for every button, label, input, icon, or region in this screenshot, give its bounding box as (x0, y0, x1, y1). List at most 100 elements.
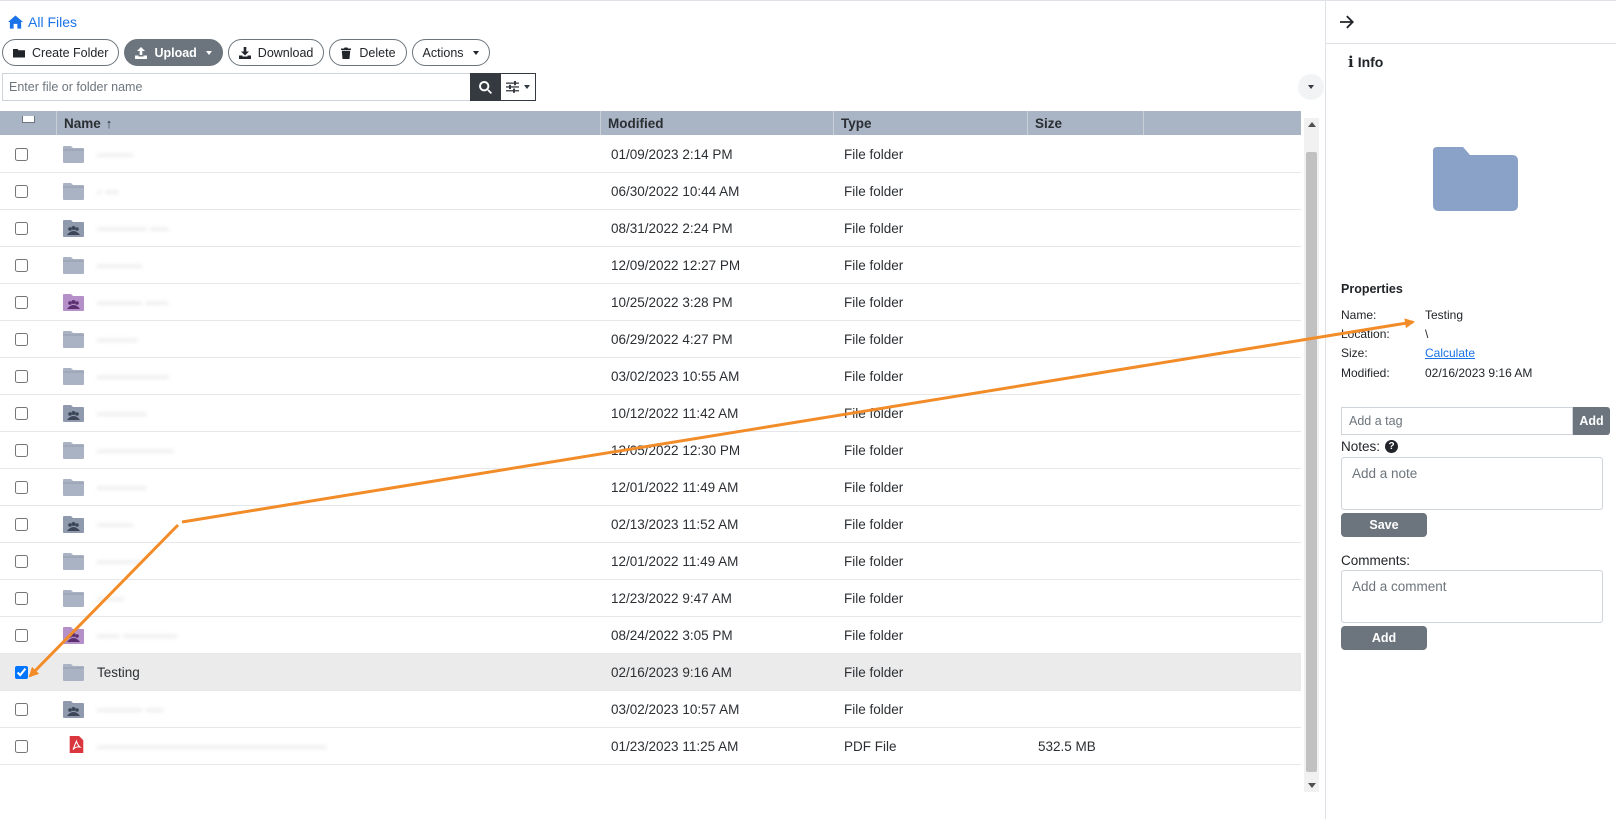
row-checkbox[interactable] (14, 702, 28, 716)
filter-button[interactable] (500, 73, 536, 101)
row-checkbox[interactable] (14, 221, 28, 235)
scroll-up-icon[interactable] (1308, 122, 1316, 127)
file-name[interactable]: ········ (97, 147, 605, 162)
column-modified-label: Modified (608, 115, 664, 131)
file-name[interactable]: ··········· (97, 406, 605, 421)
close-panel-arrow-icon[interactable] (1339, 14, 1355, 30)
row-checkbox-cell (0, 406, 40, 420)
file-name[interactable]: Testing (97, 665, 605, 680)
collapse-toggle-button[interactable] (1298, 74, 1324, 100)
breadcrumb-all-files[interactable]: All Files (28, 14, 77, 30)
property-modified-value: 02/16/2023 9:16 AM (1425, 366, 1533, 380)
properties-heading: Properties (1341, 282, 1403, 296)
table-row[interactable]: ········ 01/09/2023 2:14 PM File folder (0, 136, 1301, 173)
file-name[interactable]: ·········· ···· (97, 702, 605, 717)
file-name[interactable]: ········· (97, 332, 605, 347)
search-icon (478, 80, 492, 94)
upload-button[interactable]: Upload (124, 39, 223, 66)
table-row[interactable]: ·········· ···· 03/02/2023 10:57 AM File f… (0, 691, 1301, 728)
search-input[interactable] (2, 73, 470, 101)
info-icon: i (1348, 53, 1354, 71)
property-location-label: Location: (1341, 327, 1390, 341)
row-checkbox[interactable] (14, 554, 28, 568)
table-row[interactable]: ····· ············ 08/24/2022 3:05 PM File… (0, 617, 1301, 654)
notes-textarea[interactable] (1341, 457, 1603, 510)
table-row[interactable]: ··········· ···· 08/31/2022 2:24 PM File f… (0, 210, 1301, 247)
row-checkbox[interactable] (14, 480, 28, 494)
file-name[interactable]: ··········· ···· (97, 221, 605, 236)
folder-icon (40, 256, 97, 274)
column-header-size[interactable]: Size (1028, 111, 1144, 135)
row-checkbox[interactable] (14, 443, 28, 457)
table-row[interactable]: ······ 12/23/2022 9:47 AM File folder (0, 580, 1301, 617)
info-panel: i Info Properties Name: Testing Location… (1325, 1, 1616, 819)
table-row[interactable]: ················· 12/05/2022 12:30 PM File… (0, 432, 1301, 469)
scrollbar-thumb[interactable] (1306, 152, 1317, 772)
table-row[interactable]: ········································… (0, 728, 1301, 765)
file-name[interactable]: ········ (97, 517, 605, 532)
download-button[interactable]: Download (227, 39, 325, 66)
delete-button[interactable]: Delete (329, 39, 407, 66)
add-comment-button[interactable]: Add (1341, 626, 1427, 650)
column-header-type[interactable]: Type (834, 111, 1028, 135)
row-checkbox[interactable] (14, 258, 28, 272)
table-row[interactable]: · ··· 06/30/2022 10:44 AM File folder (0, 173, 1301, 210)
row-checkbox[interactable] (14, 147, 28, 161)
table-row[interactable]: ········· 06/29/2022 4:27 PM File folder (0, 321, 1301, 358)
search-bar (2, 73, 536, 101)
file-name[interactable]: ·········· (97, 554, 605, 569)
row-checkbox[interactable] (14, 591, 28, 605)
file-name[interactable]: ·········· ····· (97, 295, 605, 310)
vertical-scrollbar[interactable] (1304, 118, 1319, 792)
column-header-name[interactable]: Name ↑ (57, 111, 601, 135)
row-checkbox-cell (0, 628, 40, 642)
panel-title: i Info (1348, 53, 1383, 71)
actions-label: Actions (422, 45, 464, 60)
row-checkbox[interactable] (14, 332, 28, 346)
tag-input[interactable] (1341, 407, 1573, 435)
file-name[interactable]: ··········· (97, 480, 605, 495)
breadcrumb[interactable]: All Files (8, 14, 77, 30)
row-checkbox-cell (0, 295, 40, 309)
save-note-button[interactable]: Save (1341, 513, 1427, 537)
row-checkbox[interactable] (14, 739, 28, 753)
folder-icon (40, 441, 97, 459)
add-tag-button[interactable]: Add (1573, 407, 1610, 435)
table-row[interactable]: ·········· ····· 10/25/2022 3:28 PM File f… (0, 284, 1301, 321)
file-name[interactable]: ······ (97, 591, 605, 606)
download-label: Download (257, 45, 314, 60)
row-checkbox[interactable] (14, 184, 28, 198)
row-checkbox[interactable] (14, 628, 28, 642)
help-icon[interactable]: ? (1385, 440, 1399, 453)
file-name[interactable]: ················· (97, 443, 605, 458)
table-row[interactable]: ··········· 10/12/2022 11:42 AM File folde… (0, 395, 1301, 432)
row-checkbox[interactable] (14, 406, 28, 420)
file-name[interactable]: ········································… (97, 739, 605, 754)
table-row[interactable]: Testing 02/16/2023 9:16 AM File folder (0, 654, 1301, 691)
table-row[interactable]: ········ 02/13/2023 11:52 AM File folder (0, 506, 1301, 543)
column-header-modified[interactable]: Modified (601, 111, 834, 135)
table-row[interactable]: ·········· 12/09/2022 12:27 PM File folder (0, 247, 1301, 284)
file-name[interactable]: · ··· (97, 184, 605, 199)
table-row[interactable]: ··········· 12/01/2022 11:49 AM File folde… (0, 469, 1301, 506)
calculate-size-link[interactable]: Calculate (1425, 346, 1475, 360)
scroll-down-icon[interactable] (1308, 783, 1316, 788)
search-button[interactable] (470, 73, 500, 101)
row-checkbox[interactable] (14, 665, 28, 679)
file-name[interactable]: ·········· (97, 258, 605, 273)
table-row[interactable]: ·········· 12/01/2022 11:49 AM File folder (0, 543, 1301, 580)
row-checkbox[interactable] (14, 369, 28, 383)
property-name: Name: Testing (1341, 308, 1463, 322)
file-name[interactable]: ················ (97, 369, 605, 384)
file-name[interactable]: ····· ············ (97, 628, 605, 643)
table-row[interactable]: ················ 03/02/2023 10:55 AM File … (0, 358, 1301, 395)
row-checkbox[interactable] (14, 295, 28, 309)
actions-button[interactable]: Actions (411, 39, 490, 66)
file-modified: 12/01/2022 11:49 AM (611, 479, 739, 495)
property-name-value: Testing (1425, 308, 1464, 322)
select-all-checkbox[interactable] (0, 111, 57, 135)
file-modified: 12/01/2022 11:49 AM (611, 553, 739, 569)
comments-textarea[interactable] (1341, 570, 1603, 623)
row-checkbox[interactable] (14, 517, 28, 531)
create-folder-button[interactable]: Create Folder (2, 39, 120, 66)
